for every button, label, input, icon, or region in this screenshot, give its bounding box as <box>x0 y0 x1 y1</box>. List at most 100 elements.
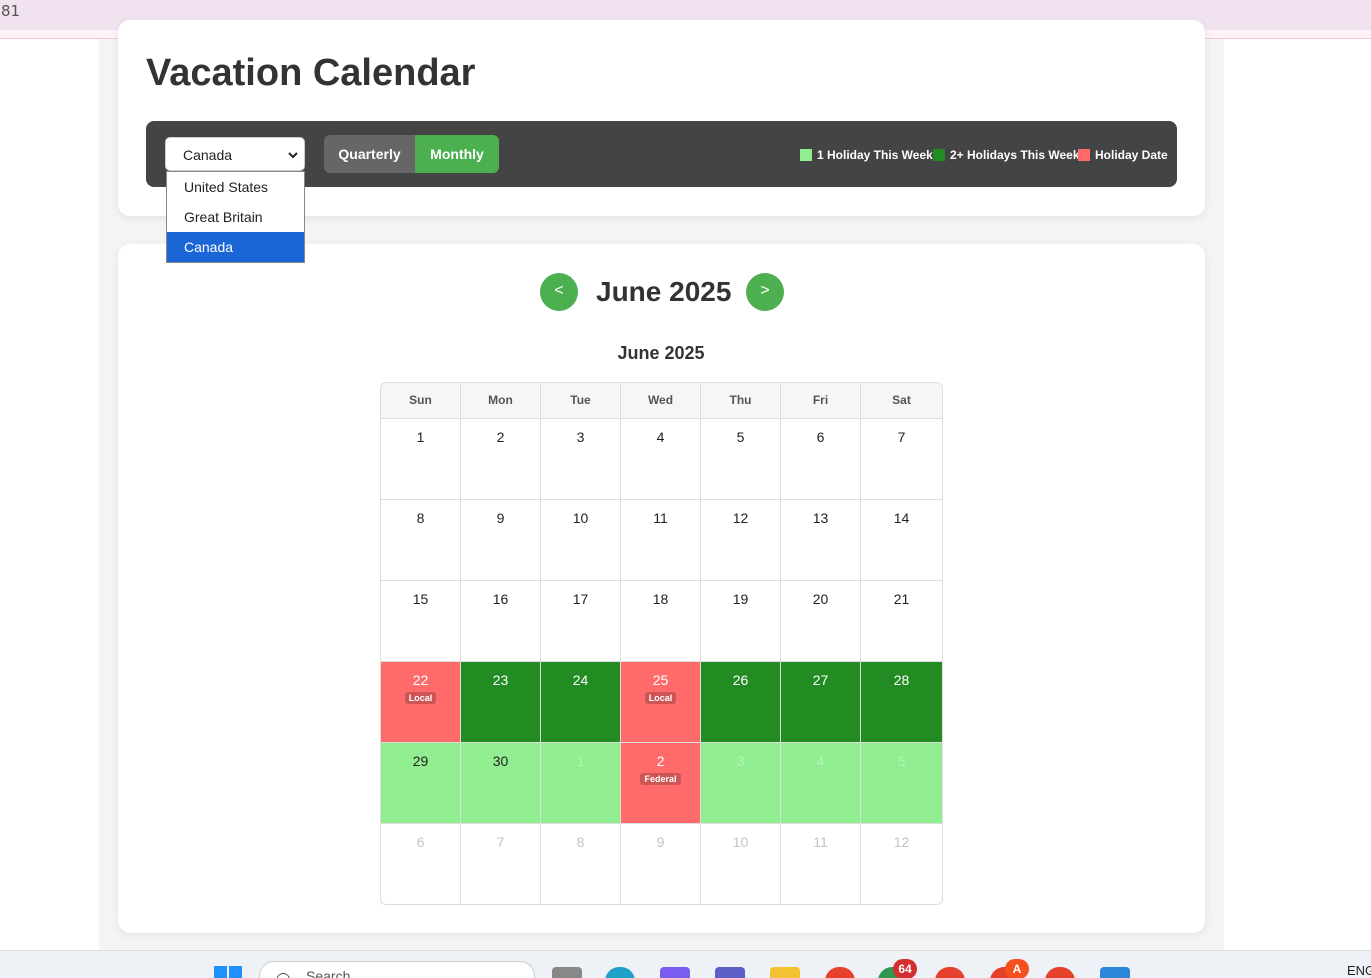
edge-icon[interactable] <box>605 967 635 978</box>
day-cell[interactable]: 6 <box>381 823 461 904</box>
day-cell[interactable]: 6 <box>781 418 861 499</box>
day-number: 28 <box>893 672 910 688</box>
day-number: 3 <box>736 753 745 769</box>
quarterly-button[interactable]: Quarterly <box>324 135 415 173</box>
legend-swatch-dark-green <box>933 149 945 161</box>
day-cell[interactable]: 17 <box>541 580 621 661</box>
day-cell[interactable]: 1 <box>381 418 461 499</box>
day-cell[interactable]: 7 <box>461 823 541 904</box>
search-icon: ◯ <box>276 971 291 978</box>
day-number: 5 <box>897 753 906 769</box>
day-cell[interactable]: 14 <box>861 499 942 580</box>
option-united-states[interactable]: United States <box>167 172 304 202</box>
day-number: 9 <box>496 510 505 526</box>
day-number: 23 <box>492 672 509 688</box>
day-number: 16 <box>492 591 509 607</box>
holiday-badge: Federal <box>640 773 681 785</box>
day-cell[interactable]: 3 <box>701 742 781 823</box>
day-cell[interactable]: 10 <box>701 823 781 904</box>
option-canada[interactable]: Canada <box>167 232 304 262</box>
day-cell[interactable]: 9 <box>461 499 541 580</box>
taskview-icon[interactable] <box>552 967 582 978</box>
day-number: 10 <box>572 510 589 526</box>
day-cell[interactable]: 28 <box>861 661 942 742</box>
holiday-badge: Local <box>644 692 677 704</box>
day-number: 12 <box>893 834 910 850</box>
day-cell[interactable]: 27 <box>781 661 861 742</box>
option-great-britain[interactable]: Great Britain <box>167 202 304 232</box>
day-cell[interactable]: 10 <box>541 499 621 580</box>
day-cell[interactable]: 4 <box>781 742 861 823</box>
monthly-button[interactable]: Monthly <box>415 135 499 173</box>
day-cell[interactable]: 2 <box>461 418 541 499</box>
day-number: 30 <box>492 753 509 769</box>
weekday-header: Sat <box>861 383 942 418</box>
day-cell[interactable]: 11 <box>781 823 861 904</box>
chrome-profile-icon[interactable] <box>1045 967 1075 978</box>
day-cell[interactable]: 11 <box>621 499 701 580</box>
calendar-grid: Sun Mon Tue Wed Thu Fri Sat 1 2 3 4 5 6 7 8 9 10 11 12 13 14… <box>380 382 943 905</box>
day-number: 5 <box>736 429 745 445</box>
prev-month-button[interactable]: < <box>540 273 578 311</box>
day-cell[interactable]: 8 <box>381 499 461 580</box>
day-cell[interactable]: 5 <box>861 742 942 823</box>
weekday-header: Wed <box>621 383 701 418</box>
day-cell[interactable]: 20 <box>781 580 861 661</box>
day-number: 6 <box>416 834 425 850</box>
day-cell[interactable]: 22 Local <box>381 661 461 742</box>
teams-icon[interactable] <box>715 967 745 978</box>
day-cell[interactable]: 1 <box>541 742 621 823</box>
day-number: 14 <box>893 510 910 526</box>
day-cell[interactable]: 19 <box>701 580 781 661</box>
day-number: 6 <box>816 429 825 445</box>
day-cell[interactable]: 21 <box>861 580 942 661</box>
day-cell[interactable]: 16 <box>461 580 541 661</box>
taskbar-search-placeholder: Search <box>306 968 351 978</box>
legend-label: 2+ Holidays This Week <box>950 148 1080 162</box>
chrome-profile-icon[interactable] <box>935 967 965 978</box>
chrome-icon[interactable] <box>825 967 855 978</box>
day-number: 25 <box>652 672 669 688</box>
weekday-header: Thu <box>701 383 781 418</box>
day-number: 8 <box>416 510 425 526</box>
day-number: 12 <box>732 510 749 526</box>
day-cell[interactable]: 2 Federal <box>621 742 701 823</box>
day-cell[interactable]: 13 <box>781 499 861 580</box>
day-number: 7 <box>496 834 505 850</box>
day-cell[interactable]: 24 <box>541 661 621 742</box>
day-number: 21 <box>893 591 910 607</box>
day-number: 18 <box>652 591 669 607</box>
day-cell[interactable]: 30 <box>461 742 541 823</box>
day-cell[interactable]: 7 <box>861 418 942 499</box>
day-cell[interactable]: 9 <box>621 823 701 904</box>
legend-two-holidays: 2+ Holidays This Week <box>933 148 1080 162</box>
day-cell[interactable]: 15 <box>381 580 461 661</box>
day-cell[interactable]: 4 <box>621 418 701 499</box>
legend-holiday-date: Holiday Date <box>1078 148 1168 162</box>
taskbar-search[interactable]: ◯ Search <box>259 961 535 978</box>
day-number: 20 <box>812 591 829 607</box>
day-cell[interactable]: 26 <box>701 661 781 742</box>
day-cell[interactable]: 12 <box>861 823 942 904</box>
day-cell[interactable]: 3 <box>541 418 621 499</box>
day-cell[interactable]: 23 <box>461 661 541 742</box>
file-explorer-icon[interactable] <box>770 967 800 978</box>
day-cell[interactable]: 29 <box>381 742 461 823</box>
day-number: 3 <box>576 429 585 445</box>
country-select[interactable]: Canada <box>165 137 305 171</box>
weekday-header: Fri <box>781 383 861 418</box>
day-cell[interactable]: 18 <box>621 580 701 661</box>
day-cell[interactable]: 12 <box>701 499 781 580</box>
next-month-button[interactable]: > <box>746 273 784 311</box>
vscode-icon[interactable] <box>1100 967 1130 978</box>
day-number: 2 <box>496 429 505 445</box>
windows-start-icon[interactable] <box>214 966 242 978</box>
day-cell[interactable]: 5 <box>701 418 781 499</box>
day-cell[interactable]: 25 Local <box>621 661 701 742</box>
day-number: 2 <box>656 753 665 769</box>
language-indicator[interactable]: ENG <box>1347 963 1371 978</box>
copilot-icon[interactable] <box>660 967 690 978</box>
notification-count-badge: 64 <box>893 959 917 978</box>
day-number: 26 <box>732 672 749 688</box>
day-cell[interactable]: 8 <box>541 823 621 904</box>
